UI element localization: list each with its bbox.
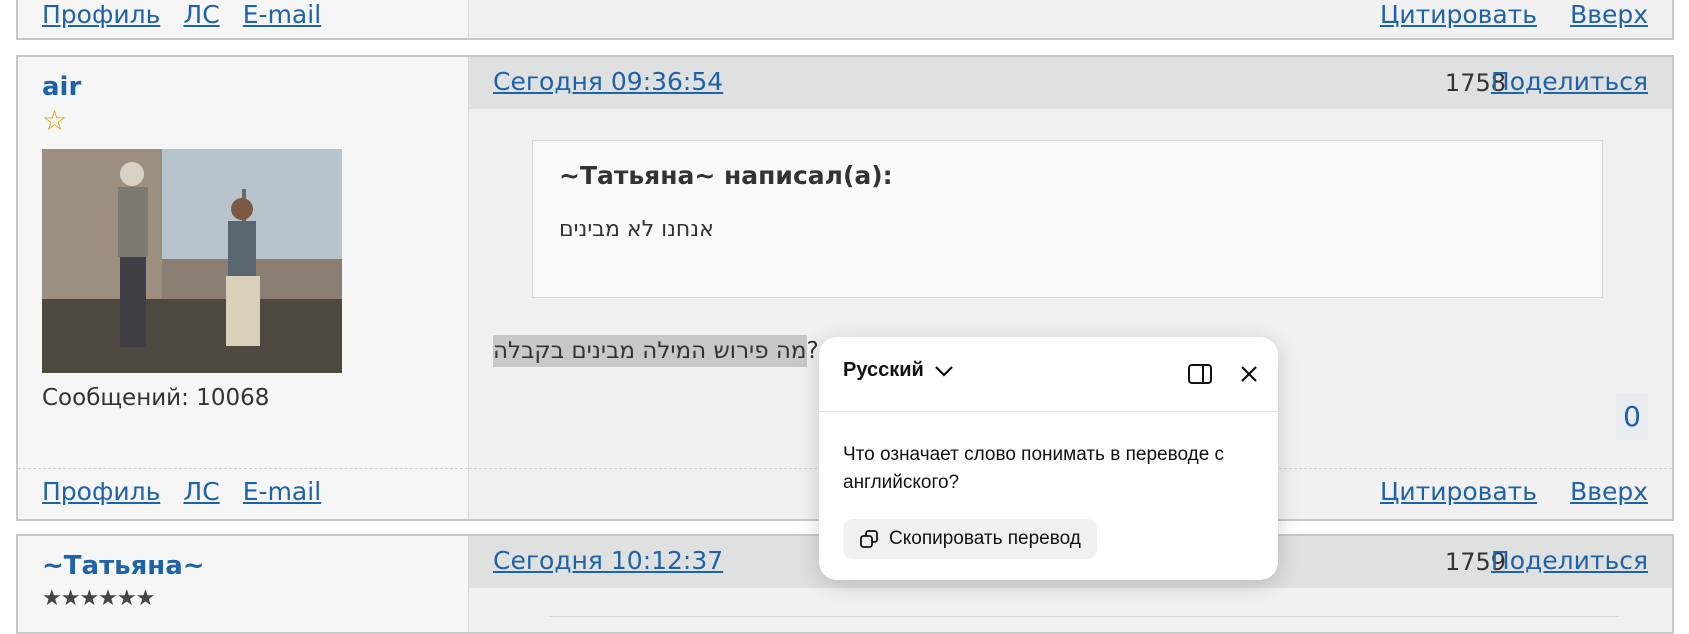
avatar: [42, 149, 342, 373]
top-link[interactable]: Вверх: [1570, 0, 1648, 29]
copy-icon: [860, 530, 878, 548]
post-previous-footer: Профиль ЛС E-mail Цитировать Вверх: [16, 0, 1674, 40]
rating-badge[interactable]: 0: [1616, 394, 1648, 440]
message-count: Сообщений: 10068: [42, 385, 269, 411]
quote-link[interactable]: Цитировать: [1380, 477, 1537, 506]
author-name[interactable]: ~Татьяна~: [42, 551, 205, 581]
post-author-panel-next: ~Татьяна~ ★★★★★★: [18, 536, 469, 632]
post-previous-right: Цитировать Вверх: [469, 0, 1672, 38]
translation-text: Что означает слово понимать в переводе с…: [843, 444, 1225, 493]
message-count-value: 10068: [196, 385, 270, 411]
post-previous-left: Профиль ЛС E-mail: [18, 0, 469, 38]
top-link[interactable]: Вверх: [1570, 477, 1648, 506]
message-count-label: Сообщений:: [42, 385, 189, 411]
author-name[interactable]: air: [42, 72, 81, 102]
profile-link[interactable]: Профиль: [42, 477, 160, 506]
post-header: Сегодня 09:36:54 1758 Поделиться: [469, 57, 1672, 109]
quote-block-top-edge: [549, 616, 1619, 617]
copy-translation-button[interactable]: Скопировать перевод: [843, 519, 1097, 559]
sidebar-panel-icon[interactable]: [1187, 363, 1213, 385]
language-label: Русский: [843, 359, 924, 381]
translation-popup: Русский Что означает слово понимать в пе…: [819, 337, 1278, 580]
avatar-image: [42, 149, 342, 373]
share-link[interactable]: Поделиться: [1491, 546, 1648, 575]
body-suffix: ?: [806, 338, 819, 364]
post-author-panel: air ☆ Сообщений: 10068 Профиль ЛС E-mail: [18, 57, 469, 519]
quote-title: ~Татьяна~ написал(а):: [559, 161, 893, 190]
post-timestamp[interactable]: Сегодня 09:36:54: [493, 67, 723, 96]
rank-stars-icon: ★★★★★★: [42, 586, 155, 611]
post-body: מה פירוש המילה מבינים בקבלה?: [493, 335, 819, 367]
selected-text: מה פירוש המילה מבינים בקבלה: [493, 335, 807, 367]
chevron-down-icon: [935, 365, 953, 377]
post-footer-left: Профиль ЛС E-mail: [18, 468, 468, 521]
pm-link[interactable]: ЛС: [183, 0, 219, 29]
language-selector[interactable]: Русский: [843, 359, 954, 382]
rank-star-icon: ☆: [42, 104, 68, 137]
email-link[interactable]: E-mail: [243, 477, 321, 506]
post-timestamp[interactable]: Сегодня 10:12:37: [493, 546, 723, 575]
quote-link[interactable]: Цитировать: [1380, 0, 1537, 29]
email-link[interactable]: E-mail: [243, 0, 321, 29]
share-link[interactable]: Поделиться: [1491, 67, 1648, 96]
quote-block: ~Татьяна~ написал(а): אנחנו לא מבינים: [532, 140, 1603, 298]
profile-link[interactable]: Профиль: [42, 0, 160, 29]
copy-translation-label: Скопировать перевод: [889, 528, 1081, 549]
pm-link[interactable]: ЛС: [183, 477, 219, 506]
quote-text: אנחנו לא מבינים: [559, 217, 714, 242]
close-icon[interactable]: [1239, 364, 1259, 384]
popup-divider: [819, 411, 1278, 412]
